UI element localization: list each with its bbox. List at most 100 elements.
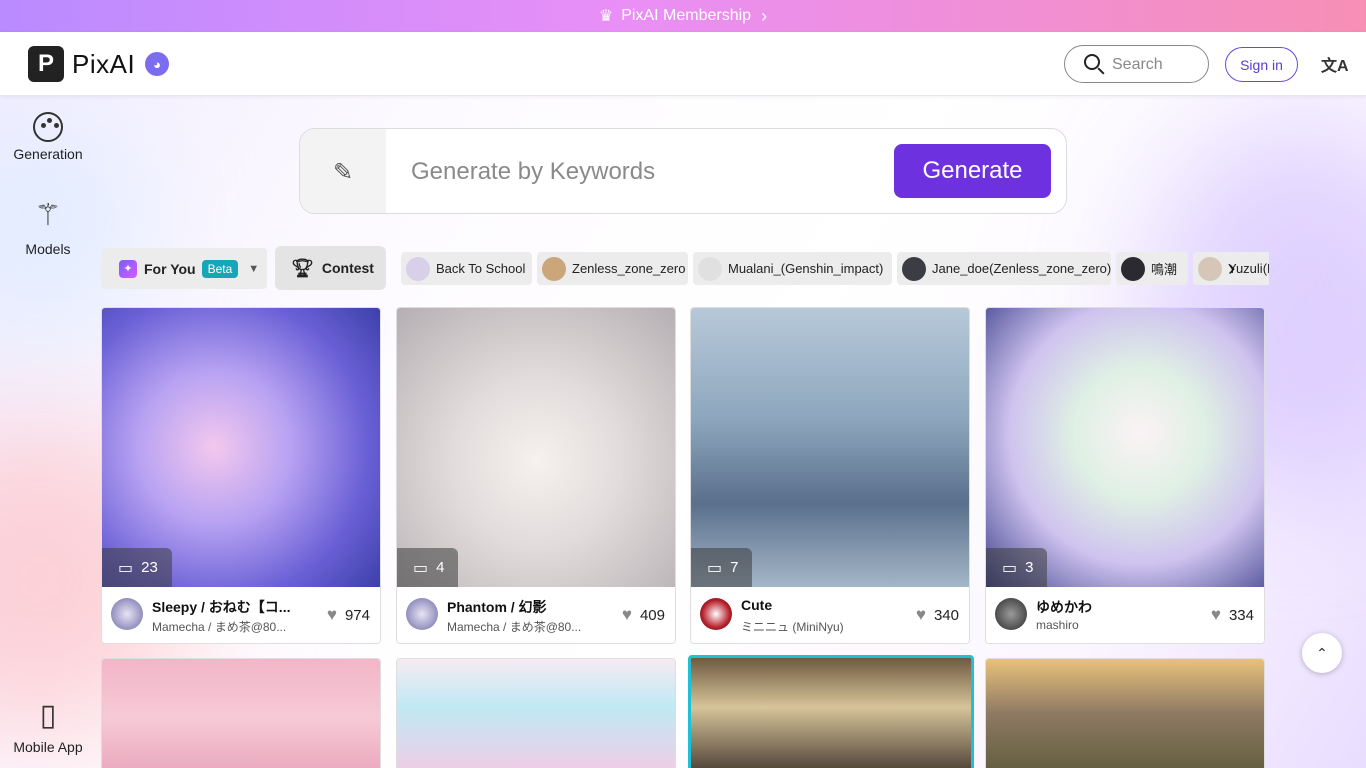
scroll-to-top-button[interactable]: ⌃ — [1302, 633, 1342, 673]
prompt-box: ✎ Generate by Keywords Generate — [299, 128, 1067, 214]
card-author[interactable]: ミニニュ (MiniNyu) — [741, 618, 891, 635]
artwork-image[interactable] — [691, 658, 971, 768]
tag-jane-doe[interactable]: Jane_doe(Zenless_zone_zero) — [897, 252, 1111, 285]
card-author[interactable]: mashiro — [1036, 618, 1186, 632]
translate-icon[interactable]: 文A — [1321, 52, 1349, 76]
heart-icon: ♥ — [326, 605, 337, 624]
heart-icon: ♥ — [915, 605, 926, 624]
heart-icon: ♥ — [621, 605, 632, 624]
tag-avatar — [542, 256, 566, 281]
signin-button[interactable]: Sign in — [1225, 47, 1298, 82]
card-author[interactable]: Mamecha / まめ茶@80... — [447, 618, 597, 635]
comment-count[interactable]: ▭ 3 — [986, 548, 1048, 587]
artwork-card[interactable]: ▭ 3 ゆめかわ mashiro ♥ 334 — [985, 307, 1265, 644]
artwork-image[interactable] — [397, 659, 675, 768]
heart-icon: ♥ — [1210, 605, 1221, 624]
artwork-image[interactable] — [397, 308, 675, 587]
top-header: P PixAI ◕ Search Sign in 文A — [0, 32, 1366, 96]
card-footer: Sleepy / おねむ【コ... Mamecha / まめ茶@80... ♥ … — [102, 587, 380, 643]
comment-icon: ▭ — [1002, 559, 1018, 577]
comment-count[interactable]: ▭ 7 — [691, 548, 753, 587]
artwork-image[interactable] — [986, 659, 1264, 768]
trophy-icon: 🏆︎ — [291, 257, 314, 278]
artwork-card[interactable]: ▭ 4 Phantom / 幻影 Mamecha / まめ茶@80... ♥ 4… — [396, 307, 676, 644]
brush-icon[interactable]: ✎ — [300, 129, 386, 213]
contest-label: Contest — [321, 260, 374, 276]
contest-button[interactable]: 🏆︎ Contest — [275, 246, 386, 290]
comment-count-value: 7 — [730, 559, 739, 576]
logo-icon[interactable]: P — [28, 46, 64, 82]
tag-avatar — [406, 256, 430, 281]
chevron-right-icon: › — [761, 5, 768, 26]
artwork-image[interactable] — [102, 659, 380, 768]
prompt-input[interactable]: Generate by Keywords — [411, 158, 655, 186]
tag-back-to-school[interactable]: Back To School — [401, 252, 532, 285]
logo-text[interactable]: PixAI — [72, 49, 135, 80]
tag-avatar — [902, 256, 926, 281]
tag-zenless-zone-zero[interactable]: Zenless_zone_zero — [537, 252, 688, 285]
tag-avatar — [1198, 256, 1222, 281]
artwork-card[interactable] — [396, 658, 676, 768]
sparkle-icon: ✦ — [119, 259, 137, 278]
membership-banner[interactable]: ♛ PixAI Membership › — [0, 0, 1366, 32]
tag-label: 鳴潮 — [1151, 262, 1178, 277]
card-title: Phantom / 幻影 — [447, 599, 547, 615]
sidebar-item-label: Models — [25, 241, 71, 257]
artwork-image[interactable] — [102, 308, 380, 587]
artwork-card[interactable]: ▭ 7 Cute ミニニュ (MiniNyu) ♥ 340 — [690, 307, 970, 644]
artwork-card[interactable]: ▭ 23 Sleepy / おねむ【コ... Mamecha / まめ茶@80.… — [101, 307, 381, 644]
chevron-right-icon[interactable]: › — [1228, 255, 1235, 281]
search-placeholder: Search — [1112, 56, 1163, 73]
search-input[interactable]: Search — [1064, 45, 1209, 83]
tag-strip: Back To School Zenless_zone_zero Mualani… — [401, 252, 1269, 285]
tag-label: Mualani_(Genshin_impact) — [728, 261, 884, 276]
like-count: 409 — [639, 606, 665, 624]
artwork-image[interactable] — [986, 308, 1264, 587]
tag-label: Zenless_zone_zero — [572, 261, 686, 276]
artwork-card[interactable] — [688, 655, 974, 768]
avatar[interactable] — [111, 598, 143, 630]
foryou-label: For You — [144, 260, 196, 277]
comment-icon: ▭ — [707, 559, 723, 577]
artwork-card[interactable] — [101, 658, 381, 768]
comment-count-value: 23 — [141, 559, 158, 576]
avatar[interactable] — [700, 598, 732, 630]
sidebar-item-generation[interactable]: Generation — [0, 112, 96, 162]
like-count: 974 — [344, 606, 370, 624]
card-footer: Phantom / 幻影 Mamecha / まめ茶@80... ♥ 409 — [397, 587, 675, 643]
like-button[interactable]: ♥ 974 — [327, 605, 370, 625]
sidebar-item-mobile-app[interactable]: ▯ Mobile App — [0, 698, 96, 755]
like-count: 340 — [933, 606, 959, 624]
like-button[interactable]: ♥ 340 — [916, 605, 959, 625]
card-title: ゆめかわ — [1036, 599, 1092, 615]
sidebar-item-models[interactable]: ⚚ Models — [0, 198, 96, 257]
avatar[interactable] — [406, 598, 438, 630]
sidebar-item-label: Mobile App — [13, 739, 83, 755]
artwork-image[interactable] — [691, 308, 969, 587]
crown-icon: ♛ — [598, 8, 614, 25]
tag-mualani[interactable]: Mualani_(Genshin_impact) — [693, 252, 892, 285]
phone-download-icon: ▯ — [39, 699, 57, 732]
foryou-dropdown[interactable]: ✦ For You Beta ▼ — [101, 248, 267, 289]
artwork-card[interactable] — [985, 658, 1265, 768]
palette-icon — [33, 112, 63, 142]
tag-label: Jane_doe(Zenless_zone_zero) — [932, 261, 1112, 276]
comment-icon: ▭ — [118, 559, 134, 577]
comment-count[interactable]: ▭ 23 — [102, 548, 172, 587]
card-title: Sleepy / おねむ【コ... — [152, 599, 291, 615]
comment-count[interactable]: ▭ 4 — [397, 548, 459, 587]
card-footer: Cute ミニニュ (MiniNyu) ♥ 340 — [691, 587, 969, 643]
like-button[interactable]: ♥ 409 — [622, 605, 665, 625]
generate-button[interactable]: Generate — [894, 144, 1051, 198]
comment-count-value: 3 — [1025, 559, 1034, 576]
avatar[interactable] — [995, 598, 1027, 630]
like-count: 334 — [1228, 606, 1254, 624]
tag-avatar — [698, 256, 722, 281]
card-author[interactable]: Mamecha / まめ茶@80... — [152, 618, 302, 635]
like-button[interactable]: ♥ 334 — [1211, 605, 1254, 625]
tag-wuthering-waves[interactable]: 鳴潮 — [1116, 252, 1188, 285]
magic-wand-icon: ⚚ — [34, 199, 62, 232]
card-title: Cute — [741, 597, 773, 613]
discord-icon[interactable]: ◕ — [145, 52, 169, 76]
sidebar-item-label: Generation — [13, 146, 83, 162]
